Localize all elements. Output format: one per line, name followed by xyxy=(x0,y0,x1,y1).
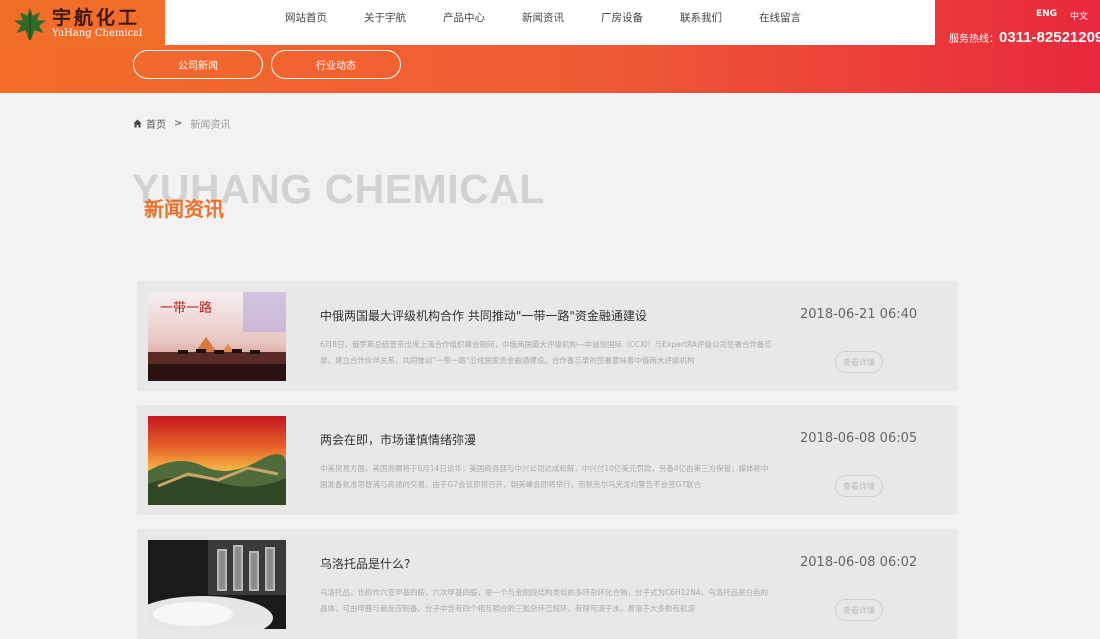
breadcrumb-current: 新闻资讯 xyxy=(190,120,231,131)
logo[interactable]: 宇航化工 YuHang Chemical xyxy=(0,0,165,48)
news-summary: 乌洛托品，也称作六亚甲基四胺，六次甲基四胺，是一个与金刚烷结构类似的多环杂环化合… xyxy=(320,588,769,613)
logo-english-text: YuHang Chemical xyxy=(52,27,143,39)
hotline-number: 0311-82521209 xyxy=(999,29,1100,46)
news-title[interactable]: 乌洛托品是什么? xyxy=(320,555,410,572)
lang-english[interactable]: ENG xyxy=(1036,9,1057,19)
news-thumbnail[interactable]: 一带一路 xyxy=(148,292,286,381)
news-title[interactable]: 两会在即，市场谨慎情绪弥漫 xyxy=(320,431,476,448)
news-summary: 中美贸易方面，美国务卿将于6月14日访华；美国商务部与中兴公司达成和解，中兴付1… xyxy=(320,464,769,489)
hotline-label: 服务热线： xyxy=(949,34,999,45)
lang-chinese[interactable]: 中文 xyxy=(1070,9,1088,22)
news-item[interactable]: 两会在即，市场谨慎情绪弥漫 中美贸易方面，美国务卿将于6月14日访华；美国商务部… xyxy=(137,405,957,515)
page-title: 新闻资讯 xyxy=(144,197,224,221)
view-details-button[interactable]: 查看详情 xyxy=(835,351,883,373)
maple-leaf-icon xyxy=(13,7,47,41)
nav-products[interactable]: 产品中心 xyxy=(443,10,485,25)
news-date: 2018-06-08 06:02 xyxy=(800,555,918,570)
belt-road-image: 一带一路 xyxy=(148,292,286,381)
breadcrumb: 首页 > 新闻资讯 xyxy=(133,116,230,131)
nav-news[interactable]: 新闻资讯 xyxy=(522,10,564,25)
main-nav: 网站首页 关于宇航 产品中心 新闻资讯 厂房设备 联系我们 在线留言 xyxy=(285,0,838,35)
news-summary: 6月8日，俄罗斯总统普京出席上海合作组织峰会期间，中俄两国最大评级机构—中诚信国… xyxy=(320,340,772,365)
logo-chinese-text: 宇航化工 xyxy=(52,6,141,29)
nav-message[interactable]: 在线留言 xyxy=(759,10,801,25)
news-thumbnail[interactable] xyxy=(148,416,286,505)
news-title[interactable]: 中俄两国最大评级机构合作 共同推动"一带一路"资金融通建设 xyxy=(320,307,647,324)
home-icon xyxy=(133,119,142,128)
hotline: 服务热线：0311-82521209 xyxy=(949,27,1100,46)
nav-about[interactable]: 关于宇航 xyxy=(364,10,406,25)
news-item[interactable]: 乌洛托品是什么? 乌洛托品，也称作六亚甲基四胺，六次甲基四胺，是一个与金刚烷结构… xyxy=(137,529,957,639)
breadcrumb-separator: > xyxy=(174,118,183,129)
nav-contact[interactable]: 联系我们 xyxy=(680,10,722,25)
nav-equipment[interactable]: 厂房设备 xyxy=(601,10,643,25)
chemical-lab-image xyxy=(148,540,286,629)
nav-home[interactable]: 网站首页 xyxy=(285,10,327,25)
great-wall-image xyxy=(148,416,286,505)
breadcrumb-home[interactable]: 首页 xyxy=(146,116,166,131)
tab-industry-news[interactable]: 行业动态 xyxy=(271,50,401,79)
tab-company-news[interactable]: 公司新闻 xyxy=(133,50,263,79)
view-details-button[interactable]: 查看详情 xyxy=(835,475,883,497)
news-item[interactable]: 一带一路 中俄两国最大评级机构合作 共同推动"一带一路"资金融通建设 6月8日，… xyxy=(137,281,957,391)
news-thumbnail[interactable] xyxy=(148,540,286,629)
news-date: 2018-06-21 06:40 xyxy=(800,307,918,322)
thumb-caption: 一带一路 xyxy=(160,300,212,316)
news-date: 2018-06-08 06:05 xyxy=(800,431,918,446)
